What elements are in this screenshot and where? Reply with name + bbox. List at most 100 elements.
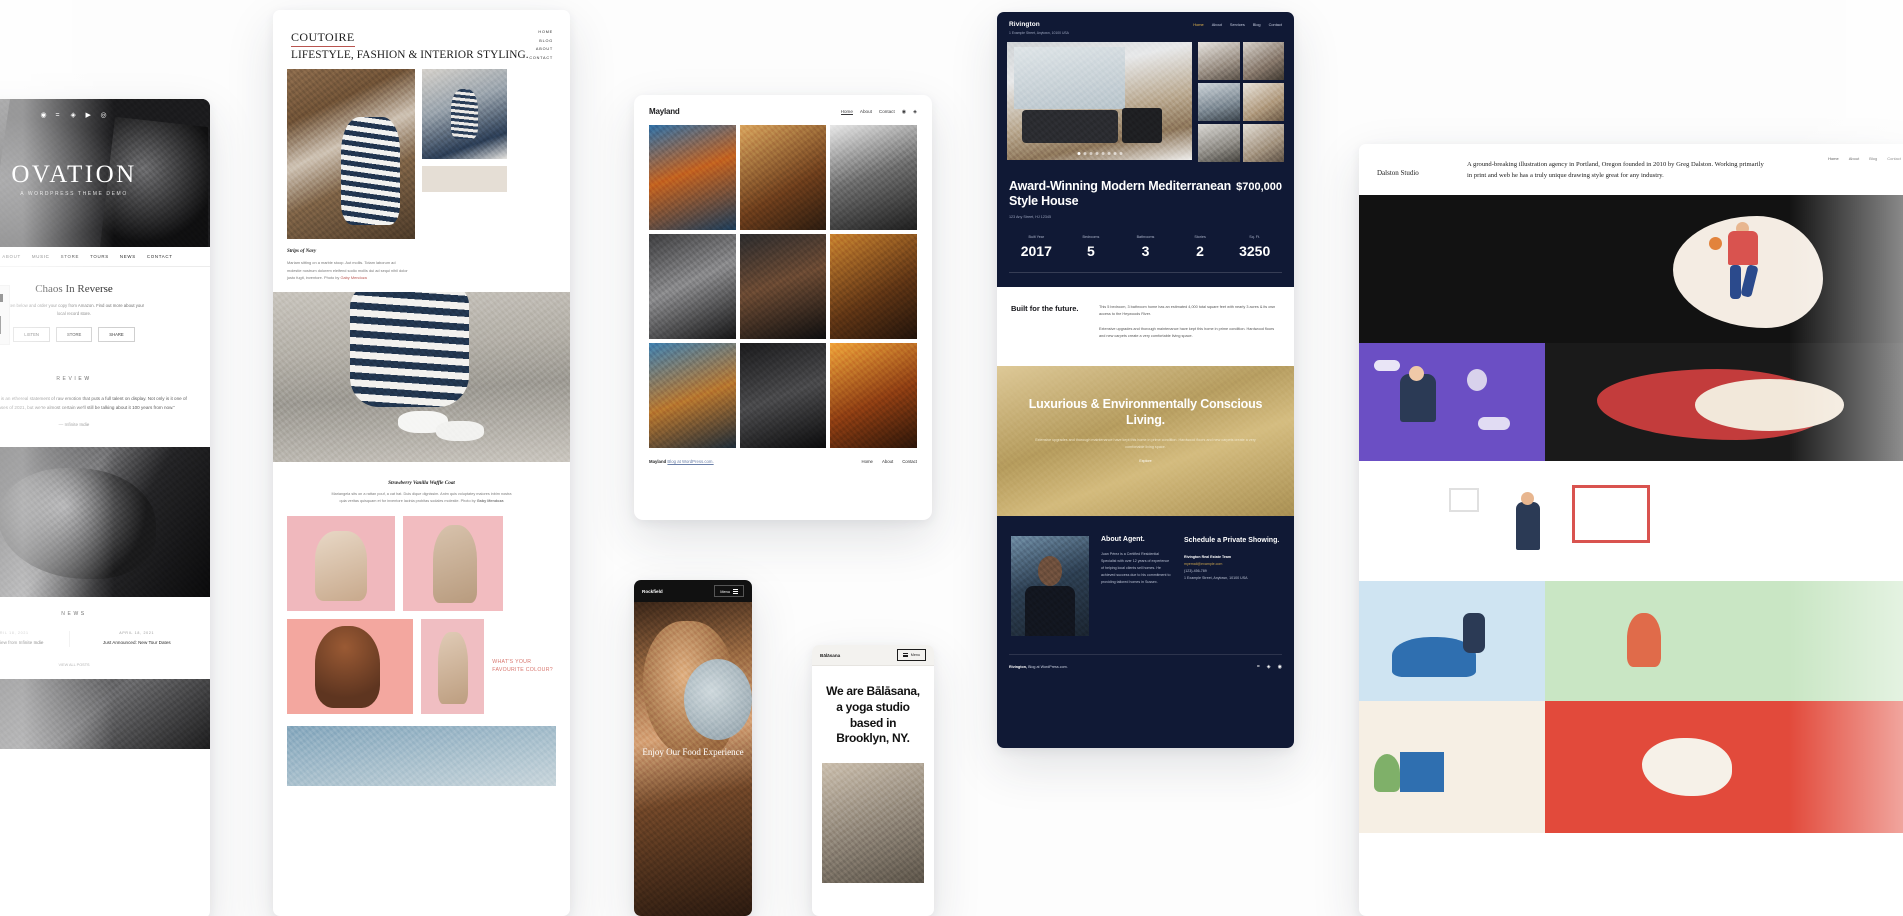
list-item[interactable]: APRIL 18, 2021 Great Review from Infinit… — [0, 631, 70, 647]
dot-6[interactable] — [1107, 151, 1110, 155]
mayland-logo[interactable]: Mayland — [649, 107, 680, 116]
nav-item-about[interactable]: ABOUT — [2, 254, 21, 259]
nav-item-contact[interactable]: Contact — [879, 109, 895, 114]
gallery-photo[interactable] — [830, 234, 917, 339]
dot-4[interactable] — [1095, 151, 1098, 155]
coutoire-nav[interactable]: HOME BLOG ABOUT CONTACT — [529, 30, 553, 64]
nav-item-home[interactable]: Home — [861, 459, 872, 464]
dalston-logo[interactable]: Dalston Studio — [1377, 160, 1449, 181]
dot-7[interactable] — [1113, 151, 1116, 155]
nav-item-tours[interactable]: TOURS — [90, 254, 109, 259]
gallery-photo[interactable] — [739, 343, 827, 448]
facebook-icon[interactable]: = — [1257, 664, 1260, 670]
credit-name[interactable]: Gaby Mendoza — [340, 275, 366, 280]
view-all-posts-link[interactable]: VIEW ALL POSTS — [0, 647, 210, 679]
gallery-photo[interactable] — [649, 343, 736, 448]
theme-card-dalston-studio[interactable]: Dalston Studio A ground-breaking illustr… — [1359, 144, 1903, 916]
menu-label[interactable]: Menu — [911, 653, 920, 657]
twitter-icon[interactable]: ◈ — [71, 112, 78, 119]
nav-item-contact[interactable]: Contact — [902, 459, 917, 464]
gallery-photo[interactable] — [739, 125, 827, 230]
nav-item-blog[interactable]: BLOG — [529, 39, 553, 43]
illustration-tile-white[interactable] — [1359, 461, 1903, 582]
schedule-email[interactable]: myemail@example.com — [1184, 562, 1222, 566]
listing-thumbnail[interactable] — [1242, 123, 1284, 162]
schedule-phone[interactable]: (123)-456-789 — [1184, 569, 1207, 573]
ovation-social-links[interactable]: ◉ = ◈ ▶ ◎ — [41, 112, 108, 119]
gallery-pagination-dots[interactable] — [1077, 151, 1122, 155]
twitter-icon[interactable]: ◈ — [913, 109, 917, 115]
dalston-nav[interactable]: Home About Blog Contact — [1828, 156, 1901, 161]
gallery-photo[interactable] — [649, 234, 736, 339]
theme-card-ovation[interactable]: ◉ = ◈ ▶ ◎ OVATION A WORDPRESS THEME DEMO… — [0, 99, 210, 916]
nav-item-home[interactable]: Home — [1828, 156, 1839, 161]
listing-thumbnail[interactable] — [1242, 41, 1284, 80]
twitter-icon[interactable]: ◈ — [1267, 664, 1271, 670]
nav-item-contact[interactable]: CONTACT — [529, 56, 553, 60]
gallery-photo[interactable] — [830, 343, 917, 448]
nav-item-contact[interactable]: Contact — [1269, 22, 1282, 27]
facebook-icon[interactable]: = — [56, 112, 63, 119]
wordpress-credit-link[interactable]: Blog at WordPress.com. — [667, 459, 713, 464]
instagram-icon[interactable]: ◉ — [41, 112, 48, 119]
menu-label[interactable]: Menu — [720, 589, 730, 594]
dot-2[interactable] — [1083, 151, 1086, 155]
album-artwork-thumbnail[interactable] — [0, 285, 10, 345]
nav-item-contact[interactable]: Contact — [1887, 156, 1901, 161]
gallery-photo[interactable] — [830, 125, 917, 230]
listing-main-photo[interactable] — [1007, 41, 1192, 160]
ovation-nav[interactable]: HOME ABOUT MUSIC STORE TOURS NEWS CONTAC… — [0, 247, 210, 267]
nav-item-home[interactable]: Home — [1193, 22, 1203, 27]
mayland-nav[interactable]: Home About Contact ◉ ◈ — [840, 109, 917, 115]
illustration-tile-green[interactable] — [1545, 581, 1903, 702]
nav-item-about[interactable]: About — [1849, 156, 1859, 161]
theme-card-rivington[interactable]: Rivington 1 Example Street, Anytown, 101… — [997, 12, 1294, 748]
nav-item-contact[interactable]: CONTACT — [147, 254, 173, 259]
illustration-tile-blue[interactable] — [1359, 581, 1545, 702]
menu-button[interactable]: Menu — [714, 585, 744, 597]
news-headline[interactable]: Great Review from Infinite Indie — [0, 640, 65, 647]
dot-3[interactable] — [1089, 151, 1092, 155]
share-button[interactable]: SHARE — [98, 326, 135, 342]
rivington-nav[interactable]: Home About Services Blog Contact — [1193, 21, 1282, 27]
illustration-tile-purple[interactable] — [1359, 343, 1545, 462]
nav-item-news[interactable]: NEWS — [120, 254, 136, 259]
nav-item-about[interactable]: About — [860, 109, 872, 114]
nav-item-about[interactable]: ABOUT — [529, 47, 553, 51]
menu-button[interactable]: Menu — [897, 649, 926, 661]
rockfield-logo[interactable]: Rockfield — [642, 589, 663, 594]
listing-thumbnail[interactable] — [1198, 82, 1240, 121]
instagram-icon[interactable]: ◉ — [1278, 664, 1282, 670]
nav-item-blog[interactable]: Blog — [1253, 22, 1261, 27]
credit-name[interactable]: Gaby Mendoza — [477, 499, 504, 503]
dot-5[interactable] — [1101, 151, 1104, 155]
footer-social[interactable]: = ◈ ◉ — [1257, 664, 1282, 670]
footer-nav[interactable]: Home About Contact — [861, 459, 917, 464]
nav-item-store[interactable]: STORE — [61, 254, 80, 259]
nav-item-about[interactable]: About — [1212, 22, 1222, 27]
list-item[interactable]: APRIL 18, 2021 Just Announced: New Tour … — [80, 631, 195, 647]
nav-item-services[interactable]: Services — [1230, 22, 1245, 27]
gallery-photo[interactable] — [649, 125, 736, 230]
theme-card-coutoire[interactable]: COUTOIRE LIFESTYLE, FASHION & INTERIOR S… — [273, 10, 570, 916]
nav-item-about[interactable]: About — [882, 459, 893, 464]
theme-card-balasana[interactable]: Bālāsana Menu We are Bālāsana, a yoga st… — [812, 645, 934, 916]
pinterest-icon[interactable]: ◎ — [101, 112, 108, 119]
store-button[interactable]: STORE — [55, 326, 93, 342]
rivington-logo[interactable]: Rivington — [1009, 21, 1069, 28]
illustration-tile-cream[interactable] — [1359, 701, 1545, 834]
listing-thumbnail[interactable] — [1242, 82, 1284, 121]
youtube-icon[interactable]: ▶ — [86, 112, 93, 119]
nav-item-music[interactable]: MUSIC — [32, 254, 50, 259]
theme-card-rockfield[interactable]: Rockfield Menu Enjoy Our Food Experience — [634, 580, 752, 916]
album-actions[interactable]: LISTEN STORE SHARE — [0, 326, 192, 342]
dot-8[interactable] — [1119, 151, 1122, 155]
hamburger-icon[interactable] — [733, 588, 738, 594]
coutoire-logo[interactable]: COUTOIRE — [291, 30, 355, 47]
balasana-logo[interactable]: Bālāsana — [820, 653, 840, 658]
dot-1[interactable] — [1077, 151, 1080, 155]
listing-thumbnail[interactable] — [1198, 41, 1240, 80]
nav-item-blog[interactable]: Blog — [1869, 156, 1877, 161]
illustration-tile-red[interactable] — [1545, 701, 1903, 834]
gallery-photo[interactable] — [739, 234, 827, 339]
